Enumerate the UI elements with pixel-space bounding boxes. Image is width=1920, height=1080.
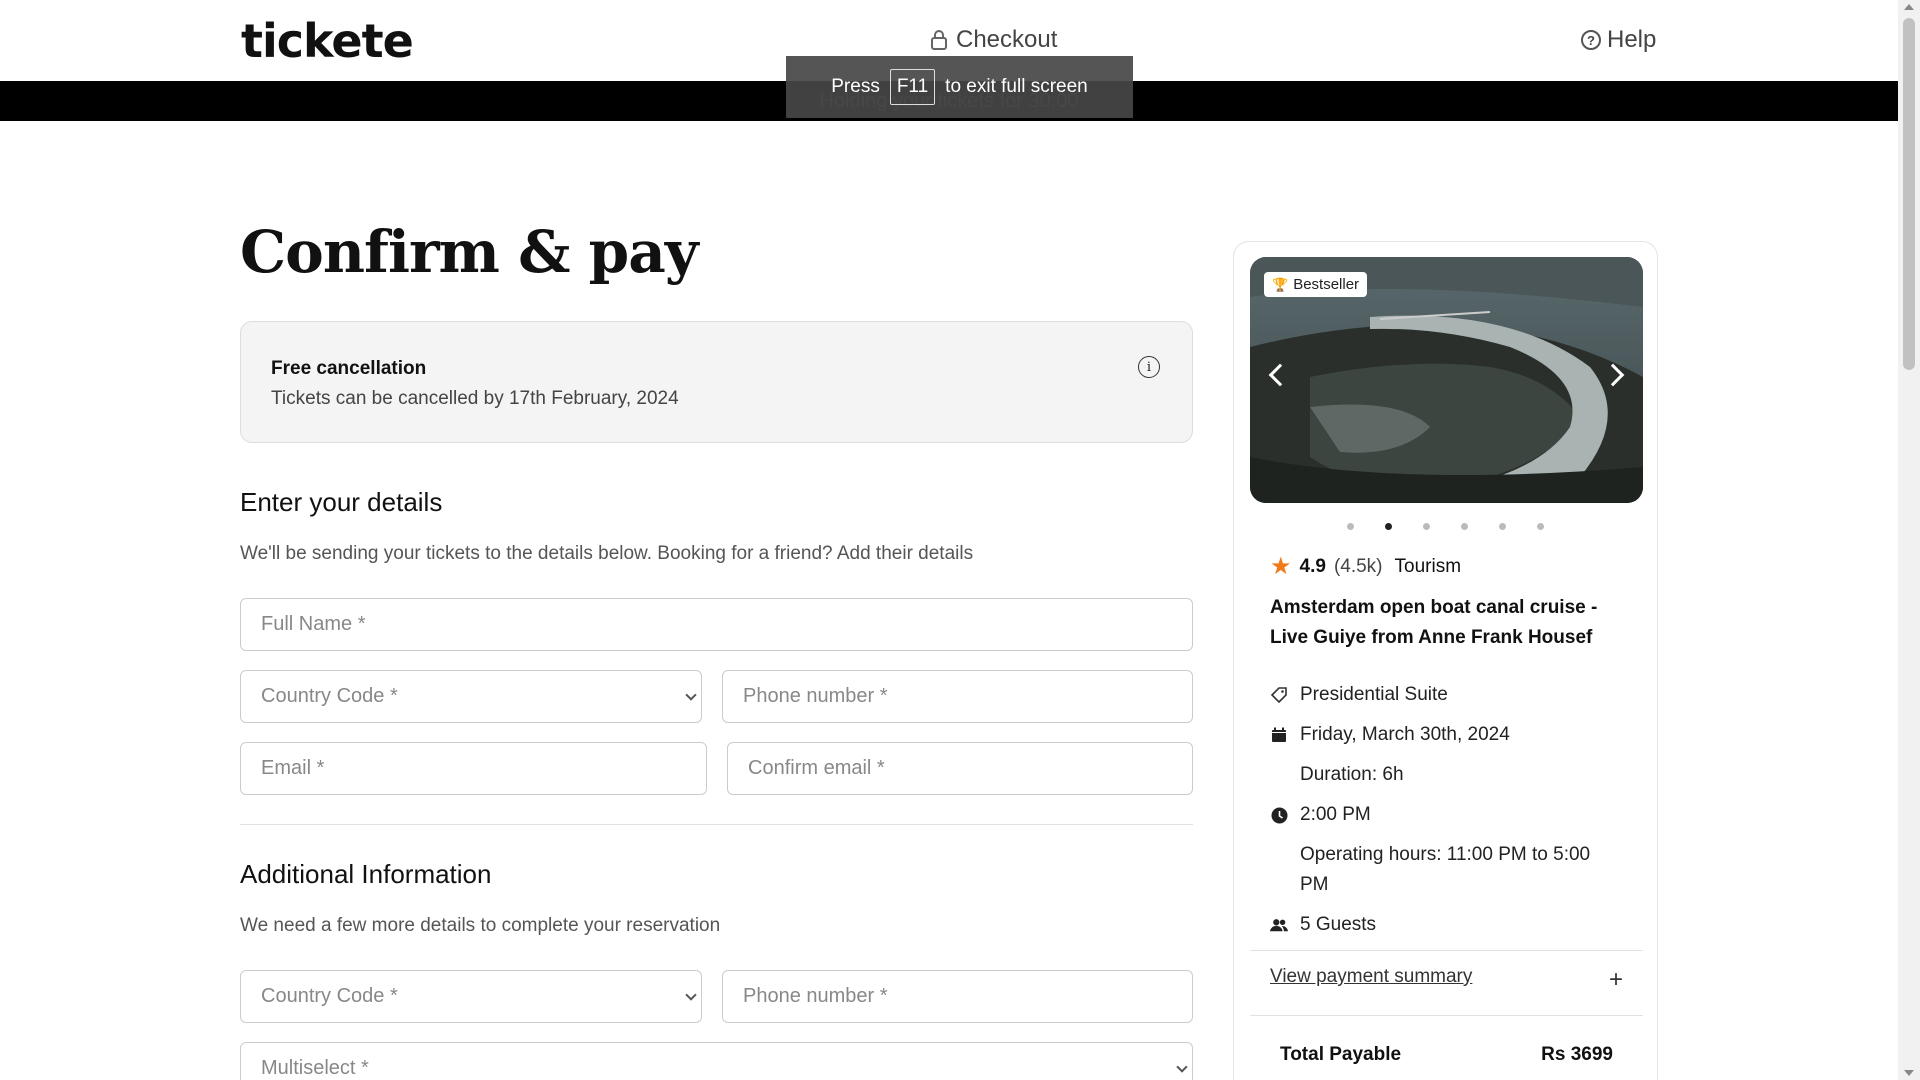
users-icon — [1270, 910, 1288, 940]
additional-country-code-placeholder: Country Code * — [261, 985, 398, 1007]
scrollbar-thumb[interactable] — [1903, 18, 1915, 370]
phone-placeholder: Phone number * — [743, 685, 888, 707]
date-text: Friday, March 30th, 2024 — [1300, 724, 1510, 745]
country-code-placeholder: Country Code * — [261, 685, 398, 707]
carousel-dot[interactable] — [1499, 523, 1506, 530]
multiselect-placeholder: Multiselect * — [261, 1057, 369, 1079]
chevron-down-icon — [685, 989, 697, 1001]
ticket-type-text: Presidential Suite — [1300, 684, 1448, 705]
carousel-dot[interactable] — [1423, 523, 1430, 530]
info-icon[interactable]: i — [1138, 356, 1160, 378]
detail-duration: Duration: 6h — [1270, 760, 1620, 790]
carousel-dot[interactable] — [1461, 523, 1468, 530]
checkout-label: Checkout — [956, 26, 1058, 53]
detail-date: Friday, March 30th, 2024 — [1270, 720, 1620, 750]
bestseller-label: Bestseller — [1293, 276, 1360, 293]
confirm-email-placeholder: Confirm email * — [748, 757, 885, 779]
help-link[interactable]: ? Help — [1581, 26, 1656, 54]
carousel-dot[interactable] — [1347, 523, 1354, 530]
toast-rest: to exit full screen — [945, 76, 1088, 97]
confirm-email-input[interactable]: Confirm email * — [727, 742, 1193, 795]
details-section-subtitle: We'll be sending your tickets to the det… — [240, 543, 974, 564]
image-carousel[interactable]: 🏆 Bestseller — [1250, 257, 1643, 503]
lock-icon — [931, 30, 947, 50]
carousel-dot[interactable] — [1537, 523, 1544, 530]
card-divider — [1250, 950, 1643, 951]
detail-time: 2:00 PM — [1270, 800, 1620, 830]
details-section-title: Enter your details — [240, 487, 443, 517]
tour-title: Amsterdam open boat canal cruise - Live … — [1270, 597, 1598, 648]
detail-ticket-type: Presidential Suite — [1270, 680, 1620, 710]
trophy-icon: 🏆 — [1272, 276, 1289, 292]
clock-icon — [1270, 800, 1288, 830]
tag-icon — [1270, 680, 1288, 710]
operating-hours-text: Operating hours: 11:00 PM to 5:00 PM — [1300, 844, 1591, 895]
multiselect-select[interactable]: Multiselect * — [240, 1042, 1193, 1080]
chevron-down-icon — [1176, 1061, 1188, 1073]
detail-operating-hours: Operating hours: 11:00 PM to 5:00 PM — [1270, 840, 1620, 900]
total-payable-value: Rs 3699 — [1541, 1044, 1613, 1065]
full-name-placeholder: Full Name * — [261, 613, 366, 635]
additional-country-code-select[interactable]: Country Code * — [240, 970, 702, 1023]
view-payment-summary-link[interactable]: View payment summary — [1270, 966, 1472, 988]
section-divider — [240, 824, 1193, 825]
time-text: 2:00 PM — [1300, 804, 1371, 825]
phone-input[interactable]: Phone number * — [722, 670, 1193, 723]
page-title: Confirm & pay — [240, 218, 699, 286]
duration-text: Duration: 6h — [1300, 764, 1404, 785]
email-placeholder: Email * — [261, 757, 325, 779]
carousel-dot[interactable] — [1385, 523, 1392, 530]
star-icon: ★ — [1270, 553, 1292, 580]
guests-text: 5 Guests — [1300, 914, 1377, 935]
booking-summary-card: 🏆 Bestseller ★ 4.9 (4.5k) Tourism Amster… — [1233, 241, 1658, 1080]
help-icon: ? — [1581, 30, 1601, 50]
bestseller-badge: 🏆 Bestseller — [1264, 272, 1368, 297]
rating-value: 4.9 — [1299, 556, 1326, 577]
scroll-down-icon[interactable] — [1904, 1070, 1914, 1076]
category-label: Tourism — [1394, 556, 1462, 577]
page-scrollbar[interactable] — [1898, 0, 1920, 1080]
email-input[interactable]: Email * — [240, 742, 707, 795]
additional-phone-placeholder: Phone number * — [743, 985, 888, 1007]
card-divider-2 — [1250, 1015, 1643, 1016]
chevron-down-icon — [685, 689, 697, 701]
free-cancellation-box: Free cancellation Tickets can be cancell… — [240, 321, 1193, 443]
country-code-select[interactable]: Country Code * — [240, 670, 702, 723]
logo[interactable]: tickete — [241, 14, 414, 68]
scroll-up-icon[interactable] — [1904, 4, 1914, 10]
total-payable-label: Total Payable — [1280, 1044, 1402, 1065]
checkout-indicator: Checkout — [930, 26, 1057, 54]
additional-section-subtitle: We need a few more details to complete y… — [240, 915, 721, 936]
fullscreen-toast: Press F11 to exit full screen — [786, 56, 1133, 118]
rating-row: ★ 4.9 (4.5k) Tourism — [1270, 555, 1461, 579]
expand-plus-icon[interactable]: + — [1609, 966, 1623, 994]
toast-key: F11 — [889, 69, 936, 105]
cancellation-subtitle: Tickets can be cancelled by 17th Februar… — [271, 388, 679, 409]
full-name-input[interactable]: Full Name * — [240, 598, 1193, 651]
detail-guests: 5 Guests — [1270, 910, 1620, 940]
additional-section-title: Additional Information — [240, 859, 492, 889]
rating-count: (4.5k) — [1333, 556, 1383, 577]
toast-press: Press — [831, 76, 880, 97]
cancellation-title: Free cancellation — [271, 358, 427, 379]
additional-phone-input[interactable]: Phone number * — [722, 970, 1193, 1023]
calendar-icon — [1270, 720, 1288, 750]
carousel-dots[interactable] — [1234, 523, 1657, 530]
help-label: Help — [1607, 26, 1657, 53]
